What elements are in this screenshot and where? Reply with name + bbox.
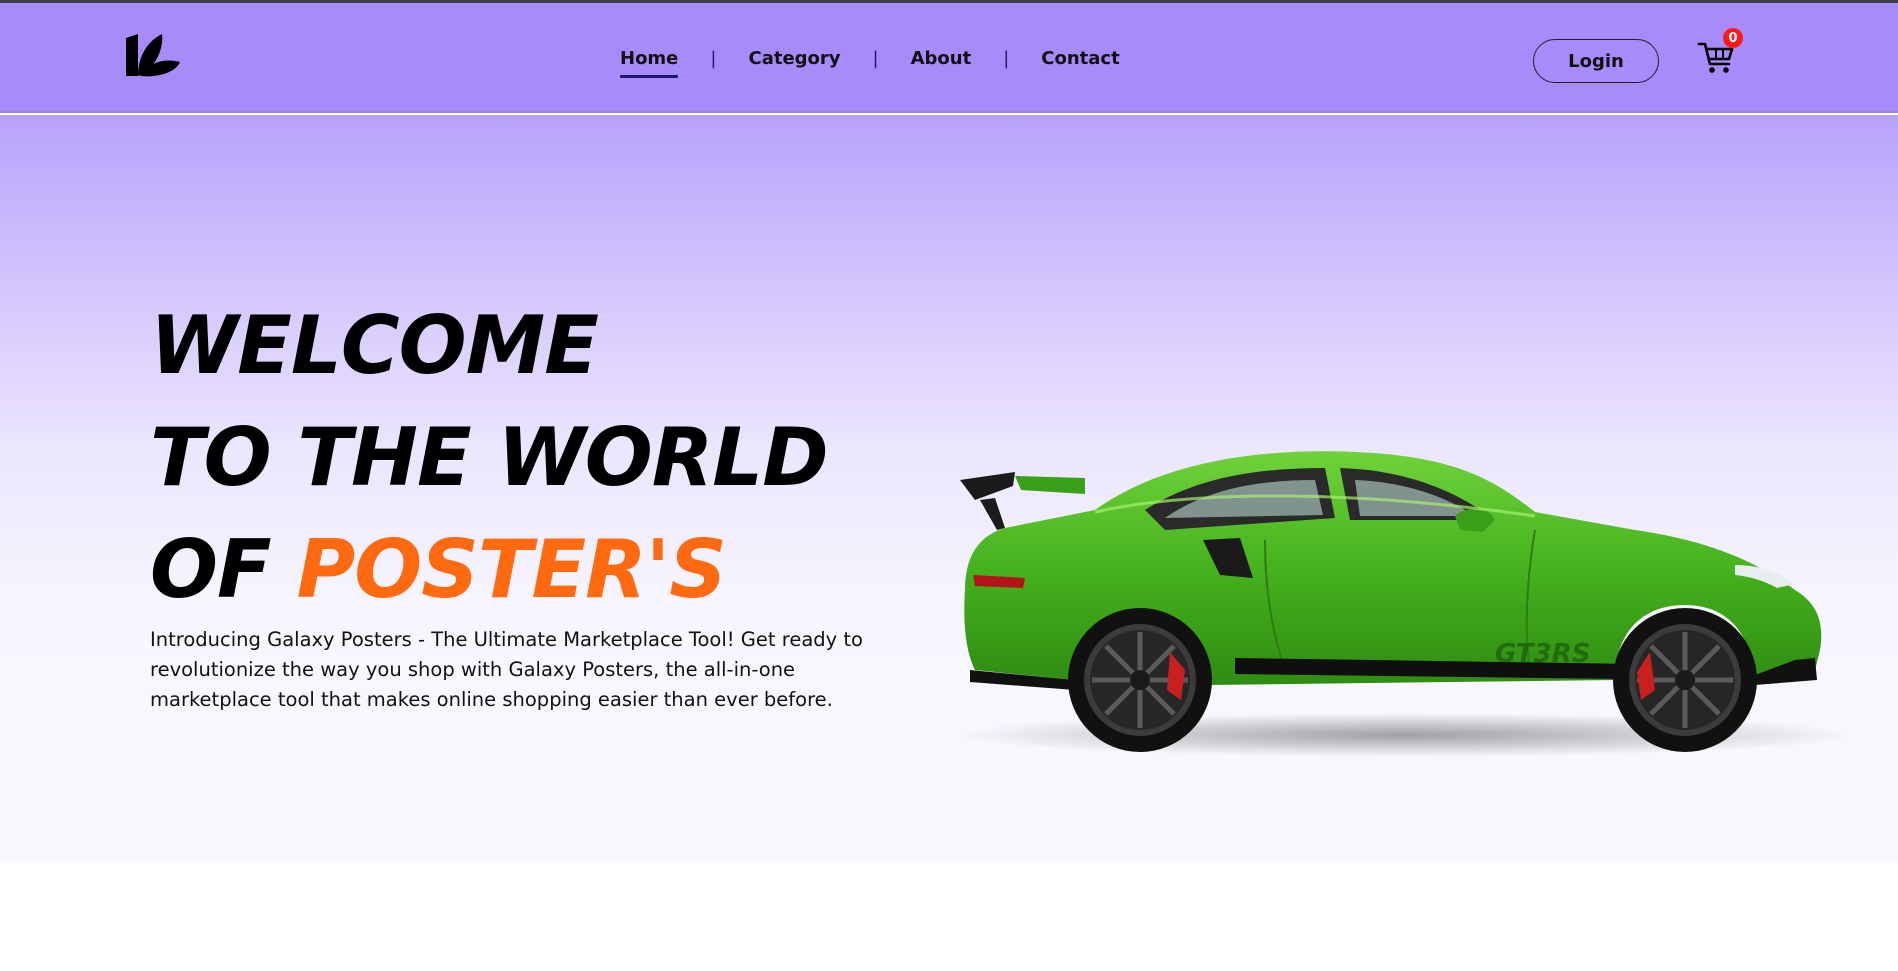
hero-section: WELCOME TO THE WORLD OF POSTER'S Introduc… xyxy=(0,115,1898,863)
nav-contact[interactable]: Contact xyxy=(1041,43,1119,75)
nav-separator: | xyxy=(710,48,717,69)
car-decal: GT3RS xyxy=(1495,639,1590,669)
cart-count-badge: 0 xyxy=(1723,28,1743,48)
main-nav: Home | Category | About | Contact xyxy=(620,43,1120,78)
leaf-k-logo-icon[interactable] xyxy=(124,32,182,78)
hero-title-accent: POSTER'S xyxy=(296,523,727,616)
hero-title-line-1: WELCOME xyxy=(150,299,599,392)
hero-title-prefix: OF xyxy=(150,523,272,616)
navbar: Home | Category | About | Contact Login … xyxy=(0,3,1898,113)
hero-title: WELCOME TO THE WORLD OF POSTER'S xyxy=(150,290,930,626)
hero-title-line-3: OF POSTER'S xyxy=(150,514,930,626)
nav-about[interactable]: About xyxy=(911,43,972,75)
login-button[interactable]: Login xyxy=(1533,39,1659,83)
hero-description: Introducing Galaxy Posters - The Ultimat… xyxy=(150,628,863,711)
nav-separator: | xyxy=(872,48,879,69)
nav-home[interactable]: Home xyxy=(620,43,679,78)
green-sports-car-image: GT3RS xyxy=(955,451,1855,757)
hero-title-line-2: TO THE WORLD xyxy=(150,411,829,504)
nav-category[interactable]: Category xyxy=(748,43,840,75)
nav-separator: | xyxy=(1003,48,1010,69)
